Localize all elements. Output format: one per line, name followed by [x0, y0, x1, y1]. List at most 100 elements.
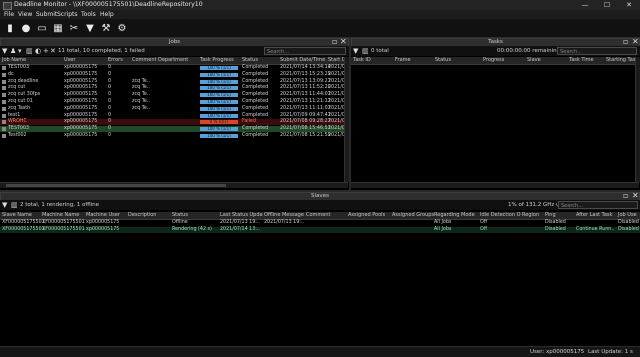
- slaves-columns-icon[interactable]: ▥: [11, 201, 18, 209]
- job-user: xp000005175: [64, 65, 98, 70]
- job-row[interactable]: TEST003 xp000005175 0 Completed 2021/07/08 1…: [0, 126, 345, 133]
- col-assigned-groups[interactable]: Assigned Groups: [392, 212, 434, 219]
- job-status: Completed: [242, 78, 269, 84]
- gear-icon[interactable]: ⚙: [116, 22, 128, 34]
- col-task-id[interactable]: Task ID: [353, 57, 371, 64]
- job-errors: 0: [108, 126, 112, 132]
- col-region[interactable]: Region: [522, 212, 539, 219]
- slaves-close-icon[interactable]: ✕: [632, 192, 639, 200]
- col-starting-task[interactable]: Starting Tas: [606, 57, 635, 64]
- jobs-pin-icon[interactable]: ▾: [18, 47, 22, 55]
- col-task-status[interactable]: Status: [435, 57, 451, 64]
- col-ping[interactable]: Ping: [545, 212, 556, 219]
- jobs-columns-icon[interactable]: ▥: [26, 47, 33, 55]
- col-submit-date[interactable]: Submit Date/Time: [280, 57, 325, 64]
- col-machine-name[interactable]: Machine Name: [42, 212, 79, 219]
- col-errors[interactable]: Errors: [108, 57, 123, 64]
- person-icon[interactable]: ●: [20, 22, 32, 34]
- col-description[interactable]: Description: [128, 212, 156, 219]
- col-status[interactable]: Status: [242, 57, 258, 64]
- col-offline-message[interactable]: Offline Message: [264, 212, 304, 219]
- job-name: zcq cut 01: [8, 99, 33, 104]
- bookmark-icon[interactable]: ▼: [84, 22, 96, 34]
- slaves-filter-icon[interactable]: ▼: [2, 201, 7, 209]
- col-user[interactable]: User: [64, 57, 75, 64]
- tasks-close-icon[interactable]: ✕: [632, 38, 639, 46]
- job-errors: 0: [108, 78, 112, 84]
- job-icon: [2, 72, 6, 77]
- cut-icon[interactable]: ✂: [68, 22, 80, 34]
- jobs-close-icon[interactable]: ✕: [340, 38, 347, 46]
- minimize-button[interactable]: —: [574, 0, 596, 10]
- col-job-name[interactable]: Job Name: [2, 57, 26, 64]
- hammer-icon[interactable]: ⚒: [100, 22, 112, 34]
- job-row[interactable]: zcq cut 01 xp000005175 0 zcq Te.. Completed 2…: [0, 99, 345, 105]
- col-department[interactable]: Department: [158, 57, 188, 64]
- tasks-columns-icon[interactable]: ▥: [362, 47, 369, 55]
- slaves-float-icon[interactable]: ▫: [623, 192, 628, 200]
- col-regarding-mode[interactable]: Regarding Mode: [434, 212, 475, 219]
- close-button[interactable]: ✕: [618, 0, 640, 10]
- col-task-time[interactable]: Task Time: [569, 57, 594, 64]
- job-row[interactable]: TEST003 xp000005175 0 Completed 2021/07/14 1…: [0, 65, 345, 71]
- col-comment[interactable]: Comment: [132, 57, 157, 64]
- job-progress-label: 100 % (1/1): [207, 105, 231, 111]
- col-after-last-task[interactable]: After Last Task: [576, 212, 612, 219]
- col-progress[interactable]: Progress: [483, 57, 504, 64]
- job-row[interactable]: zcq cut 30fps xp000005175 0 zcq Te.. Complet…: [0, 92, 345, 98]
- menu-file[interactable]: File: [4, 11, 14, 18]
- tasks-search-input[interactable]: Search...: [557, 47, 637, 55]
- job-row[interactable]: zcq Tasth xp000005175 0 zcq Te.. Completed 20…: [0, 105, 345, 112]
- jobs-filter-icon[interactable]: ▼: [2, 47, 7, 55]
- jobs-float-icon[interactable]: ▫: [332, 38, 337, 46]
- monitor-icon[interactable]: ▮: [4, 22, 16, 34]
- job-submit-date: 2021/07/13 11:52:20: [280, 85, 331, 91]
- col-slave-status[interactable]: Status: [172, 212, 188, 219]
- menu-scripts[interactable]: Scripts: [57, 11, 78, 18]
- menu-help[interactable]: Help: [100, 11, 114, 18]
- col-idle-detection[interactable]: Idle Detection O: [480, 212, 521, 219]
- menu-submit[interactable]: Submit: [36, 11, 57, 18]
- jobs-clear-icon[interactable]: ✕: [50, 47, 56, 55]
- slave-row[interactable]: XF000005175501 XF000005175501 xp000005175 O…: [0, 220, 640, 226]
- jobs-hscroll-thumb[interactable]: [6, 184, 226, 187]
- calendar-icon[interactable]: ▦: [52, 22, 64, 34]
- col-machine-user[interactable]: Machine User: [86, 212, 120, 219]
- slaves-search-input[interactable]: Search...: [558, 201, 638, 209]
- job-row[interactable]: test1 xp000005175 0 Completed 2021/07/09 09:…: [0, 112, 345, 119]
- job-row[interactable]: zcq deadline xp000005175 0 zcq Te.. Complete…: [0, 78, 345, 85]
- jobs-add-icon[interactable]: +: [43, 47, 49, 55]
- slave-row[interactable]: XF000005175501 XF000005175501 xp000005175 R…: [0, 227, 640, 233]
- jobs-refresh-icon[interactable]: ◐: [35, 47, 41, 55]
- window-icon[interactable]: ▭: [36, 22, 48, 34]
- tasks-panel-title: Tasks: [488, 39, 503, 45]
- job-name: TEST003: [8, 126, 30, 132]
- col-task-progress[interactable]: Task Progress: [200, 57, 234, 64]
- jobs-toolbar: ▼ ♟ ▾ ▥ ◐ + ✕ 11 total, 10 completed, 1 …: [0, 46, 349, 56]
- col-slave-comment[interactable]: Comment: [306, 212, 331, 219]
- col-assigned-pools[interactable]: Assigned Pools: [348, 212, 385, 219]
- job-row[interactable]: zcq cut xp000005175 0 zcq Te.. Completed 2021…: [0, 85, 345, 91]
- tasks-horizontal-scrollbar[interactable]: [351, 182, 639, 188]
- menu-view[interactable]: View: [18, 11, 32, 18]
- job-row[interactable]: dc xp000005175 0 Completed 2021/07/13 15:23:…: [0, 72, 345, 78]
- job-row[interactable]: Test002 xp000005175 0 Completed 2021/07/08 1…: [0, 133, 345, 139]
- maximize-button[interactable]: ☐: [596, 0, 618, 10]
- col-slave-name[interactable]: Slave Name: [2, 212, 32, 219]
- col-job-use[interactable]: Job Use: [618, 212, 637, 219]
- tasks-vertical-scrollbar[interactable]: [635, 57, 640, 182]
- tasks-filter-icon[interactable]: ▼: [353, 47, 358, 55]
- jobs-search-input[interactable]: Search...: [264, 47, 346, 55]
- job-row[interactable]: WROHC xp000005175 0 Failed 2021/07/08 09:28:…: [0, 119, 345, 126]
- jobs-user-icon[interactable]: ♟: [10, 47, 16, 55]
- jobs-horizontal-scrollbar[interactable]: [0, 182, 348, 188]
- job-errors: 0: [108, 92, 112, 98]
- menu-tools[interactable]: Tools: [81, 11, 96, 18]
- col-start-date[interactable]: Start D: [328, 57, 346, 64]
- job-user: xp000005175: [64, 112, 98, 118]
- col-last-status[interactable]: Last Status Upda: [220, 212, 263, 219]
- col-frame[interactable]: Frame: [395, 57, 411, 64]
- job-user: xp000005175: [64, 133, 98, 138]
- col-slave[interactable]: Slave: [527, 57, 541, 64]
- tasks-float-icon[interactable]: ▫: [623, 38, 628, 46]
